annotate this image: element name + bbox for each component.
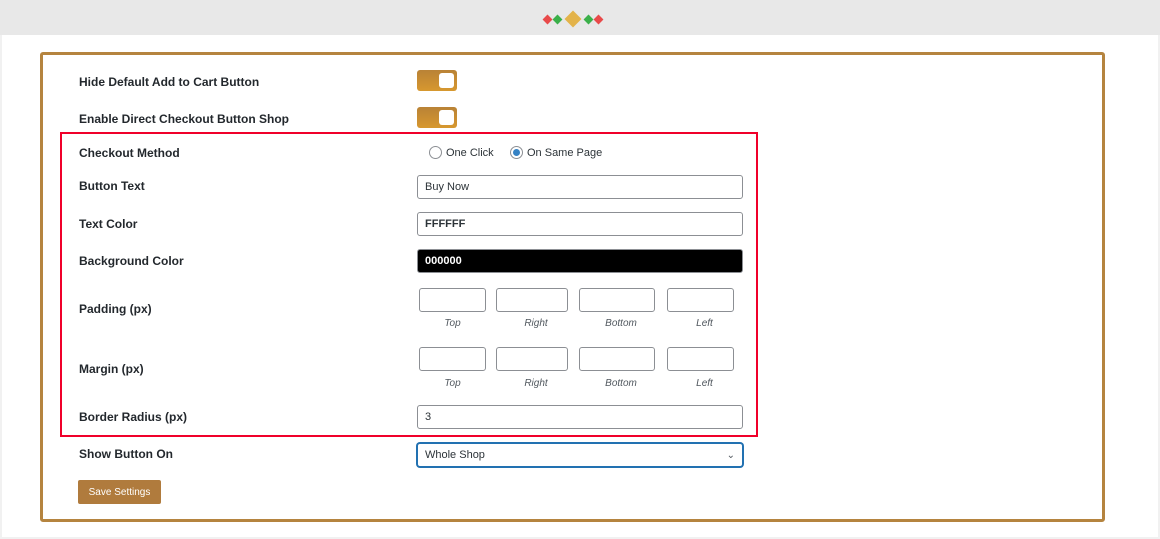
radio-icon[interactable] bbox=[429, 146, 442, 159]
margin-right-input[interactable] bbox=[496, 347, 568, 371]
caption-top: Top bbox=[444, 378, 461, 389]
bg-color-input[interactable]: 000000 bbox=[417, 249, 743, 273]
padding-bottom-input[interactable] bbox=[579, 288, 655, 312]
save-settings-button[interactable]: Save Settings bbox=[78, 480, 161, 504]
radio-checked-icon[interactable] bbox=[510, 146, 523, 159]
show-on-select[interactable]: Whole Shop ⌄ bbox=[417, 443, 743, 467]
caption-top: Top bbox=[444, 318, 461, 329]
radio-label: On Same Page bbox=[527, 146, 603, 159]
header-band bbox=[0, 0, 1160, 35]
caption-bottom: Bottom bbox=[605, 378, 637, 389]
enable-direct-toggle[interactable] bbox=[417, 107, 457, 128]
caption-left: Left bbox=[696, 378, 713, 389]
caption-bottom: Bottom bbox=[605, 318, 637, 329]
margin-left-input[interactable] bbox=[667, 347, 734, 371]
enable-direct-label: Enable Direct Checkout Button Shop bbox=[79, 112, 290, 126]
caption-right: Right bbox=[524, 318, 548, 329]
caption-left: Left bbox=[696, 318, 713, 329]
radio-one-click[interactable]: One Click bbox=[429, 146, 494, 159]
hide-default-label: Hide Default Add to Cart Button bbox=[79, 75, 260, 89]
show-on-label: Show Button On bbox=[79, 447, 173, 461]
border-radius-label: Border Radius (px) bbox=[79, 410, 188, 424]
margin-top-input[interactable] bbox=[419, 347, 486, 371]
select-value: Whole Shop bbox=[425, 449, 485, 461]
radio-label: One Click bbox=[446, 146, 494, 159]
checkout-method-label: Checkout Method bbox=[79, 146, 180, 160]
ornament-icon bbox=[542, 10, 604, 28]
padding-top-input[interactable] bbox=[419, 288, 486, 312]
margin-label: Margin (px) bbox=[79, 362, 144, 376]
border-radius-input[interactable]: 3 bbox=[417, 405, 743, 429]
caption-right: Right bbox=[524, 378, 548, 389]
radio-on-same-page[interactable]: On Same Page bbox=[510, 146, 602, 159]
button-text-input[interactable]: Buy Now bbox=[417, 175, 743, 199]
padding-left-input[interactable] bbox=[667, 288, 734, 312]
padding-label: Padding (px) bbox=[79, 302, 152, 316]
bg-color-label: Background Color bbox=[79, 254, 184, 268]
text-color-input[interactable]: FFFFFF bbox=[417, 212, 743, 236]
margin-bottom-input[interactable] bbox=[579, 347, 655, 371]
hide-default-toggle[interactable] bbox=[417, 70, 457, 91]
text-color-label: Text Color bbox=[79, 217, 138, 231]
button-text-label: Button Text bbox=[79, 179, 145, 193]
padding-right-input[interactable] bbox=[496, 288, 568, 312]
chevron-down-icon: ⌄ bbox=[726, 449, 735, 461]
